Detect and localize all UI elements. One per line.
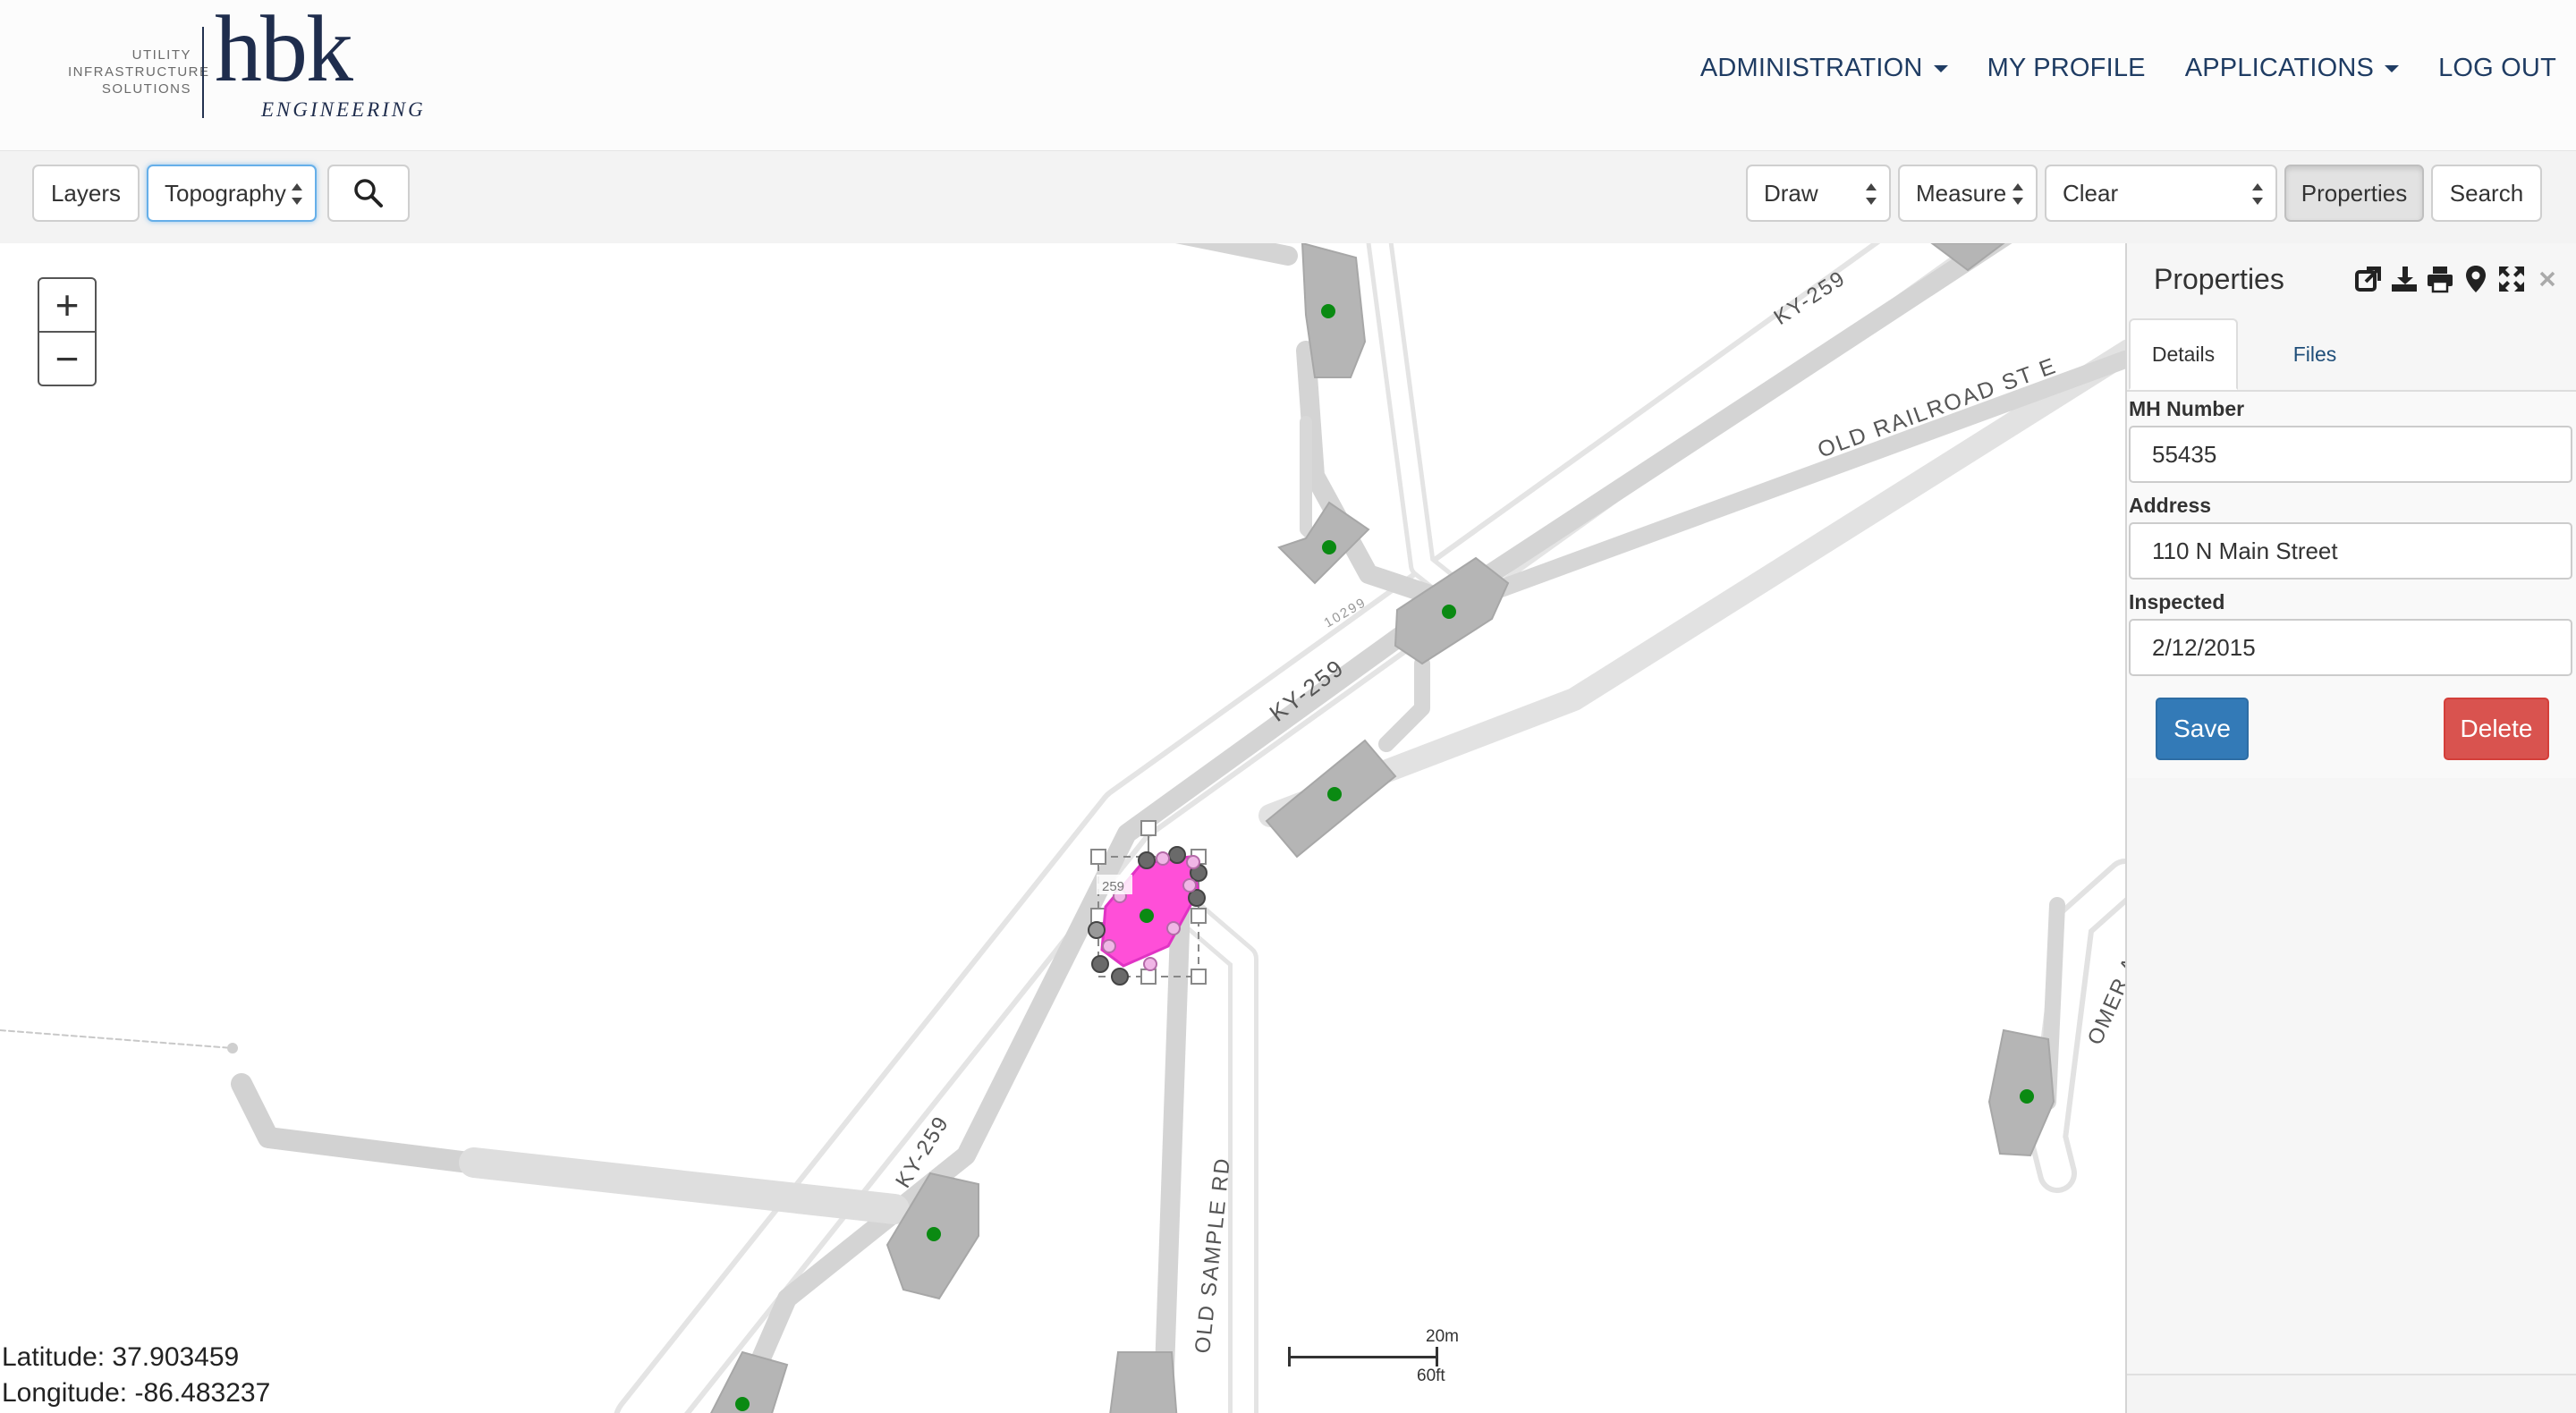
manhole-point[interactable] <box>1327 787 1342 801</box>
road-number-label: 259 <box>1102 879 1124 894</box>
cursor-coordinates: Latitude: 37.903459 Longitude: -86.48323… <box>2 1340 270 1411</box>
tab-files[interactable]: Files <box>2261 318 2368 390</box>
manhole-point[interactable] <box>735 1397 750 1411</box>
brand-logo[interactable]: UTILITY INFRASTRUCTURE SOLUTIONS hbk ENG… <box>68 2 423 123</box>
manhole-point[interactable] <box>2020 1089 2034 1104</box>
logo-divider <box>202 27 204 118</box>
basemap-select[interactable]: Topography <box>147 165 317 222</box>
zoom-control: + − <box>38 277 97 386</box>
nav-administration[interactable]: ADMINISTRATION <box>1700 54 1948 83</box>
panel-toolbar <box>2351 261 2565 297</box>
tagline-line-1: UTILITY <box>131 47 191 63</box>
measure-select[interactable]: Measure <box>1898 165 2038 222</box>
zoom-in-button[interactable]: + <box>39 279 95 331</box>
close-icon[interactable] <box>2529 261 2565 297</box>
panel-footer <box>2127 1374 2576 1413</box>
panel-tabs: Details Files <box>2127 318 2576 392</box>
manhole-point[interactable] <box>1321 304 1335 318</box>
properties-button-label: Properties <box>2301 179 2408 207</box>
map-toolbar: Layers Topography Draw Measure Clear Pro… <box>0 151 2576 244</box>
caret-down-icon <box>2385 64 2400 72</box>
scale-line <box>1288 1356 1438 1358</box>
address-label: Address <box>2129 494 2212 517</box>
resize-handle[interactable] <box>1191 908 1207 924</box>
map-canvas[interactable]: 259 KY-259 KY-259 KY-259 OLD RAILROAD ST… <box>0 243 2125 1413</box>
select-arrows-icon <box>2012 183 2023 205</box>
nav-my-profile-label: MY PROFILE <box>1987 54 2146 82</box>
scale-bar: 20m 60ft <box>1288 1327 1467 1399</box>
brand-name: hbk <box>215 0 353 101</box>
mh-number-field[interactable] <box>2129 426 2572 483</box>
delete-button[interactable]: Delete <box>2444 698 2549 760</box>
manhole-point[interactable] <box>1442 605 1456 619</box>
tagline-line-3: SOLUTIONS <box>101 81 191 97</box>
basemap-select-value: Topography <box>165 179 286 207</box>
scale-metric-label: 20m <box>1426 1327 1459 1346</box>
rotate-handle[interactable] <box>1140 820 1157 836</box>
nav-log-out[interactable]: LOG OUT <box>2438 54 2556 83</box>
details-form: MH Number Address Inspected Save Delete <box>2127 392 2576 778</box>
resize-handle[interactable] <box>1090 849 1106 865</box>
properties-panel: Properties Details Files MH Number 55435… <box>2125 243 2576 1413</box>
nav-log-out-label: LOG OUT <box>2438 54 2556 82</box>
longitude-readout: Longitude: -86.483237 <box>2 1378 271 1408</box>
search-location-button[interactable] <box>327 165 410 222</box>
building <box>1109 1351 1178 1413</box>
brand-subtitle: ENGINEERING <box>261 98 426 121</box>
clear-select-value: Clear <box>2063 179 2119 207</box>
download-icon[interactable] <box>2386 261 2422 297</box>
latitude-readout: Latitude: 37.903459 <box>2 1342 240 1372</box>
nav-my-profile[interactable]: MY PROFILE <box>1987 54 2146 83</box>
manhole-point[interactable] <box>927 1227 941 1241</box>
caret-down-icon <box>1933 64 1948 72</box>
print-icon[interactable] <box>2422 261 2458 297</box>
tab-details[interactable]: Details <box>2129 318 2238 390</box>
road-old-sample-center <box>1153 895 1191 1413</box>
nav-applications[interactable]: APPLICATIONS <box>2184 54 2400 83</box>
layers-button[interactable]: Layers <box>32 165 140 222</box>
inspected-field[interactable] <box>2129 619 2572 676</box>
manhole-point[interactable] <box>1322 540 1336 554</box>
scale-tick <box>1436 1347 1438 1366</box>
tagline-line-2: INFRASTRUCTURE <box>68 64 210 80</box>
nav-applications-label: APPLICATIONS <box>2184 54 2375 82</box>
resize-handle[interactable] <box>1191 969 1207 985</box>
top-navigation: ADMINISTRATION MY PROFILE APPLICATIONS L… <box>1661 54 2556 83</box>
app-header: UTILITY INFRASTRUCTURE SOLUTIONS hbk ENG… <box>0 0 2576 151</box>
select-arrows-icon <box>292 183 302 205</box>
map-marker-icon[interactable] <box>2458 261 2494 297</box>
nav-administration-label: ADMINISTRATION <box>1699 54 1923 82</box>
draw-select-value: Draw <box>1764 179 1818 207</box>
draw-select[interactable]: Draw <box>1746 165 1891 222</box>
mh-number-label: MH Number <box>2129 397 2245 420</box>
properties-toggle-button[interactable]: Properties <box>2284 165 2424 222</box>
basemap-layer: 259 KY-259 KY-259 KY-259 OLD RAILROAD ST… <box>0 243 2125 1413</box>
clear-select[interactable]: Clear <box>2045 165 2277 222</box>
select-arrows-icon <box>1866 183 1877 205</box>
search-icon <box>354 179 383 207</box>
scale-imperial-label: 60ft <box>1417 1366 1445 1385</box>
search-panel-button[interactable]: Search <box>2431 165 2542 222</box>
address-field[interactable] <box>2129 522 2572 580</box>
panel-title: Properties <box>2154 263 2284 295</box>
layers-button-label: Layers <box>50 179 122 207</box>
resize-handle[interactable] <box>1140 969 1157 985</box>
scale-tick <box>1288 1347 1291 1366</box>
select-arrows-icon <box>2252 183 2263 205</box>
external-link-icon[interactable] <box>2351 261 2386 297</box>
expand-icon[interactable] <box>2494 261 2529 297</box>
zoom-out-button[interactable]: − <box>39 331 95 385</box>
save-button[interactable]: Save <box>2156 698 2249 760</box>
panel-header: Properties <box>2127 243 2576 318</box>
brand-tagline: UTILITY INFRASTRUCTURE SOLUTIONS <box>68 47 210 97</box>
measure-select-value: Measure <box>1916 179 2007 207</box>
inspected-label: Inspected <box>2129 590 2225 613</box>
search-button-label: Search <box>2449 179 2524 207</box>
